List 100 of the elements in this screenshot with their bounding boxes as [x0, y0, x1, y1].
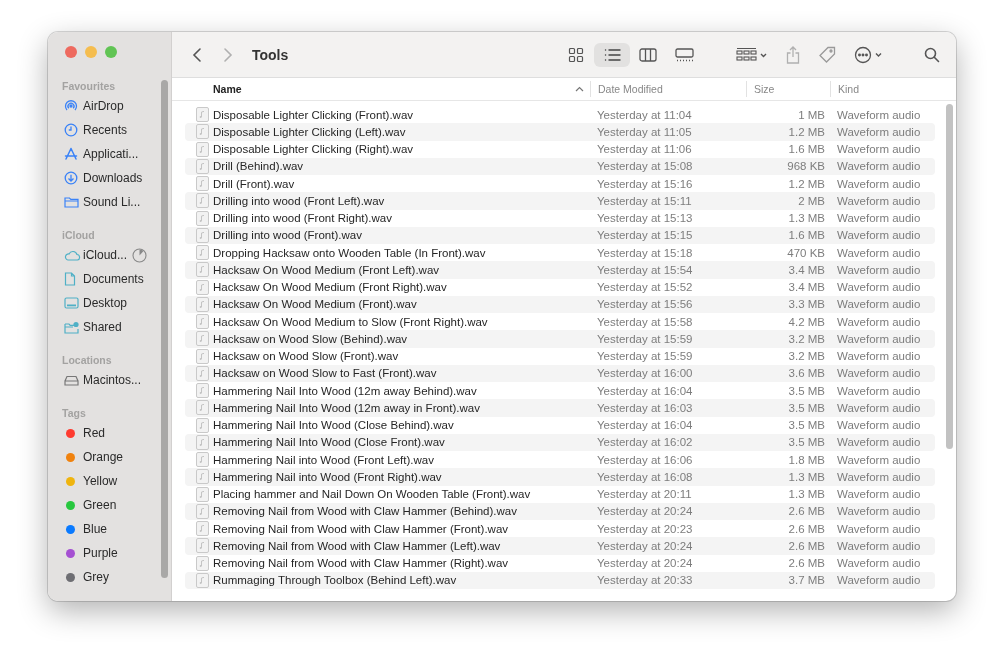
- size-cell-text: 470 KB: [786, 246, 825, 259]
- sidebar-item[interactable]: Sound Li...: [48, 190, 171, 214]
- sidebar-heading: Favourites: [61, 79, 117, 94]
- size-cell-text: 2.6 MB: [787, 557, 825, 570]
- size-cell-text: 3.7 MB: [787, 574, 825, 587]
- file-name: Drill (Front).wav: [213, 177, 295, 190]
- file-name: Dropping Hacksaw onto Wooden Table (In Front).wav: [213, 246, 486, 259]
- file-row[interactable]: Hammering Nail Into Wood (Close Behind).wav Yesterday at 16:04 3.5 MB Waveform audio: [185, 416, 935, 434]
- sidebar-item[interactable]: Grey: [48, 565, 171, 589]
- file-row[interactable]: Drilling into wood (Front Right).wav Yesterday at 15:13 1.3 MB Waveform audio: [185, 209, 935, 227]
- column-header[interactable]: Name: [185, 78, 590, 100]
- sidebar-item[interactable]: Desktop: [48, 291, 171, 315]
- file-row[interactable]: Hammering Nail Into Wood (12m away in Front).wav Yesterday at 16:03 3.5 MB Waveform audio: [185, 399, 935, 417]
- file-row[interactable]: Drilling into wood (Front).wav Yesterday at 15:15 1.6 MB Waveform audio: [185, 226, 935, 244]
- file-row[interactable]: Disposable Lighter Clicking (Left).wav Yesterday at 11:05 1.2 MB Waveform audio: [185, 123, 935, 141]
- sidebar-item[interactable]: Downloads: [48, 166, 171, 190]
- column-header[interactable]: Date Modified: [590, 81, 746, 97]
- size-cell-text: 1.2 MB: [787, 125, 825, 138]
- sidebar-item[interactable]: Documents: [48, 267, 171, 291]
- file-row[interactable]: Hacksaw On Wood Medium (Front).wav Yesterday at 15:56 3.3 MB Waveform audio: [185, 295, 935, 313]
- size-cell-text: 2.6 MB: [787, 505, 825, 518]
- sidebar-item[interactable]: Red: [48, 421, 171, 445]
- sidebar-item[interactable]: Orange: [48, 445, 171, 469]
- tag-button[interactable]: [818, 45, 836, 64]
- file-row[interactable]: Hacksaw on Wood Slow (Behind).wav Yesterday at 15:59 3.2 MB Waveform audio: [185, 330, 935, 348]
- audio-file-icon: [196, 245, 209, 261]
- size-cell-text: 1.3 MB: [787, 470, 825, 483]
- file-row[interactable]: Hacksaw on Wood Slow to Fast (Front).wav Yesterday at 16:00 3.6 MB Waveform audio: [185, 364, 935, 382]
- sidebar-item[interactable]: Macintos...: [48, 368, 171, 392]
- file-row[interactable]: Removing Nail from Wood with Claw Hammer (Left).wav Yesterday at 20:24 2.6 MB Waveform audio: [185, 537, 935, 555]
- file-row[interactable]: Disposable Lighter Clicking (Right).wav Yesterday at 11:06 1.6 MB Waveform audio: [185, 140, 935, 158]
- forward-button[interactable]: [223, 46, 233, 63]
- sidebar-item[interactable]: Purple: [48, 541, 171, 565]
- file-row[interactable]: Hammering Nail Into Wood (Close Front).wav Yesterday at 16:02 3.5 MB Waveform audio: [185, 433, 935, 451]
- size-cell-text: 1.3 MB: [787, 212, 825, 225]
- audio-file-icon: [196, 555, 209, 571]
- more-button[interactable]: [854, 45, 884, 64]
- file-row[interactable]: Removing Nail from Wood with Claw Hammer (Right).wav Yesterday at 20:24 2.6 MB Waveform audio: [185, 554, 935, 572]
- file-row[interactable]: Hammering Nail into Wood (Front Left).wav Yesterday at 16:06 1.8 MB Waveform audio: [185, 451, 935, 469]
- file-row[interactable]: Drill (Behind).wav Yesterday at 15:08 968 KB Waveform audio: [185, 157, 935, 175]
- columns-icon: [639, 47, 657, 62]
- file-row[interactable]: Hacksaw on Wood Slow (Front).wav Yesterday at 15:59 3.2 MB Waveform audio: [185, 347, 935, 365]
- file-row[interactable]: Hacksaw On Wood Medium (Front Right).wav Yesterday at 15:52 3.4 MB Waveform audio: [185, 278, 935, 296]
- list-view-button[interactable]: [594, 42, 630, 67]
- sidebar-item[interactable]: Green: [48, 493, 171, 517]
- audio-file-icon: [196, 296, 209, 312]
- sidebar-item[interactable]: AirDrop: [48, 94, 171, 118]
- date-cell-text: Yesterday at 16:02: [597, 436, 694, 449]
- file-row[interactable]: Rummaging Through Toolbox (Behind Left).wav Yesterday at 20:33 3.7 MB Waveform audio: [185, 571, 935, 589]
- size-cell-text: 1.8 MB: [787, 453, 825, 466]
- group-button[interactable]: [736, 46, 768, 63]
- file-row[interactable]: Hacksaw On Wood Medium (Front Left).wav Yesterday at 15:54 3.4 MB Waveform audio: [185, 261, 935, 279]
- file-row[interactable]: Disposable Lighter Clicking (Front).wav Yesterday at 11:04 1 MB Waveform audio: [185, 106, 935, 124]
- file-name: Drilling into wood (Front Right).wav: [213, 212, 392, 225]
- sidebar-item[interactable]: Yellow: [48, 469, 171, 493]
- shared-folder-icon: [64, 320, 79, 334]
- kind-cell-text: Waveform audio: [836, 436, 922, 449]
- file-name: Disposable Lighter Clicking (Front).wav: [213, 108, 414, 121]
- file-name: Drill (Behind).wav: [213, 160, 304, 173]
- file-row[interactable]: Removing Nail from Wood with Claw Hammer (Behind).wav Yesterday at 20:24 2.6 MB Waveform audio: [185, 502, 935, 520]
- date-cell-text: Yesterday at 15:08: [597, 160, 694, 173]
- sidebar-item[interactable]: Shared: [48, 315, 171, 339]
- progress-pie-icon: [132, 247, 148, 263]
- back-button[interactable]: [192, 46, 202, 63]
- date-cell-text: Yesterday at 16:00: [597, 367, 694, 380]
- file-name: Rummaging Through Toolbox (Behind Left).wav: [213, 574, 457, 587]
- file-name: Hacksaw On Wood Medium (Front).wav: [213, 298, 417, 311]
- audio-file-icon: [196, 503, 209, 519]
- file-row[interactable]: Drill (Front).wav Yesterday at 15:16 1.2 MB Waveform audio: [185, 175, 935, 193]
- kind-cell-text: Waveform audio: [836, 522, 922, 535]
- size-cell-text: 2 MB: [797, 194, 825, 207]
- file-row[interactable]: Hacksaw On Wood Medium to Slow (Front Right).wav Yesterday at 15:58 4.2 MB Waveform audio: [185, 313, 935, 331]
- audio-file-icon: [196, 348, 209, 364]
- sidebar-item[interactable]: Recents: [48, 118, 171, 142]
- file-row[interactable]: Removing Nail from Wood with Claw Hammer (Front).wav Yesterday at 20:23 2.6 MB Waveform audio: [185, 520, 935, 538]
- column-header[interactable]: Kind: [830, 81, 956, 97]
- file-row[interactable]: Placing hammer and Nail Down On Wooden Table (Front).wav Yesterday at 20:11 1.3 MB Waveform audio: [185, 485, 935, 503]
- date-cell-text: Yesterday at 16:04: [597, 384, 694, 397]
- file-row[interactable]: Dropping Hacksaw onto Wooden Table (In Front).wav Yesterday at 15:18 470 KB Waveform audio: [185, 244, 935, 262]
- size-cell-text: 2.6 MB: [787, 539, 825, 552]
- file-name: Hammering Nail into Wood (Front Right).wav: [213, 470, 442, 483]
- sidebar-scrollbar[interactable]: [161, 80, 168, 578]
- scrollbar[interactable]: [946, 104, 953, 449]
- column-header[interactable]: Size: [746, 81, 830, 97]
- audio-file-icon: [196, 417, 209, 433]
- sidebar-item[interactable]: Applicati...: [48, 142, 171, 166]
- file-row[interactable]: Drilling into wood (Front Left).wav Yesterday at 15:11 2 MB Waveform audio: [185, 192, 935, 210]
- file-name: Hammering Nail Into Wood (Close Front).wav: [213, 436, 445, 449]
- close-button[interactable]: [65, 46, 77, 58]
- sidebar-item[interactable]: Blue: [48, 517, 171, 541]
- file-name: Disposable Lighter Clicking (Left).wav: [213, 125, 406, 138]
- search-button[interactable]: [924, 46, 940, 63]
- file-name: Hacksaw On Wood Medium to Slow (Front Right).wav: [213, 315, 488, 328]
- audio-file-icon: [196, 486, 209, 502]
- file-row[interactable]: Hammering Nail Into Wood (12m away Behind).wav Yesterday at 16:04 3.5 MB Waveform audio: [185, 382, 935, 400]
- file-row[interactable]: Hammering Nail into Wood (Front Right).wav Yesterday at 16:08 1.3 MB Waveform audio: [185, 468, 935, 486]
- file-name: Hacksaw On Wood Medium (Front Right).wav: [213, 281, 447, 294]
- sidebar-item[interactable]: iCloud...: [48, 243, 171, 267]
- date-cell-text: Yesterday at 16:08: [597, 470, 694, 483]
- share-button[interactable]: [786, 45, 800, 64]
